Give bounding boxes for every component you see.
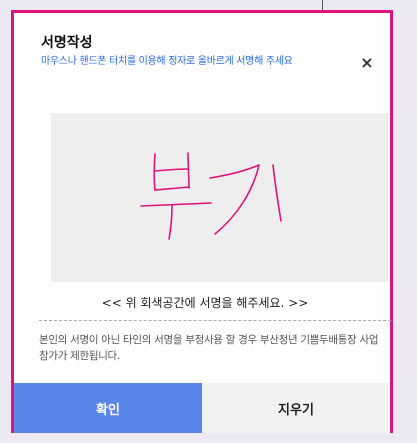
dashed-divider (39, 320, 391, 321)
close-icon[interactable]: × (358, 53, 376, 72)
signature-stroke (209, 164, 260, 235)
signature-pad[interactable]: 부기 (51, 113, 389, 282)
signature-stroke (187, 152, 190, 189)
signature-stroke (140, 202, 212, 207)
signature-stroke (168, 204, 173, 240)
dialog-subtitle: 마우스나 핸드폰 터치를 이용해 정자로 올바르게 서명해 주세요 (41, 56, 293, 67)
confirm-button[interactable]: 확인 (14, 383, 202, 433)
usage-notice: 본인의 서명이 아닌 타인의 서명을 부정사용 할 경우 부산청년 기쁨두배통장… (39, 334, 379, 362)
signature-stroke (154, 186, 190, 191)
signature-dialog: 서명작성 마우스나 핸드폰 터치를 이용해 정자로 올바르게 서명해 주세요 ×… (11, 10, 393, 433)
clear-button[interactable]: 지우기 (202, 383, 390, 433)
signature-stroke (153, 153, 156, 191)
signature-stroke (272, 164, 282, 222)
dialog-header: 서명작성 마우스나 핸드폰 터치를 이용해 정자로 올바르게 서명해 주세요 (41, 34, 351, 68)
signature-stroke (154, 168, 189, 172)
signature-pad-hint: << 위 회색공간에 서명을 해주세요. >> (101, 296, 309, 310)
dialog-title: 서명작성 (41, 35, 93, 51)
signature-strokes: 부기 (140, 152, 282, 240)
